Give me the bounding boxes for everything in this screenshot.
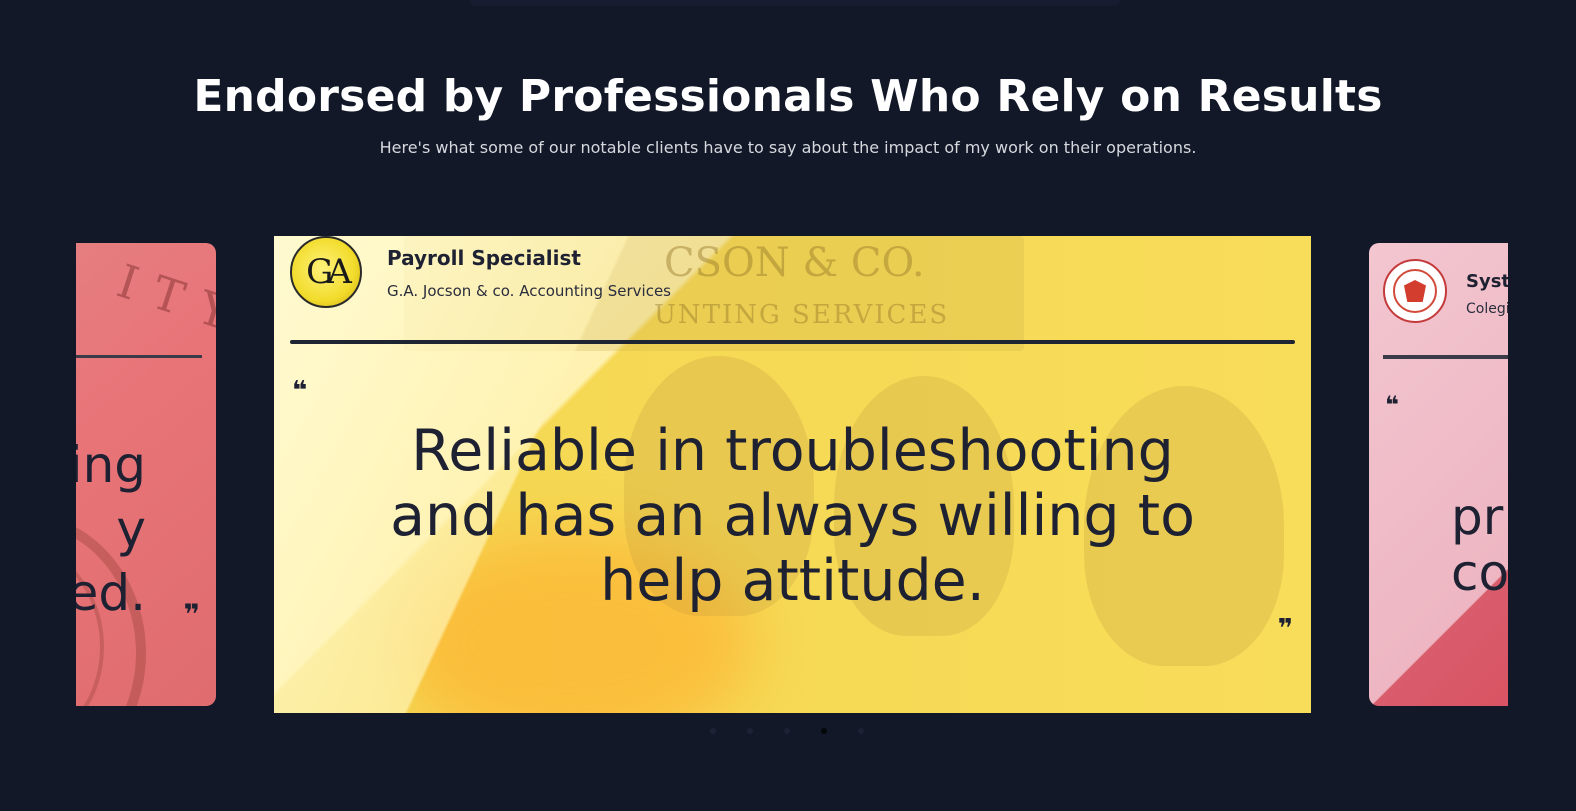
- company-logo: GA: [290, 236, 362, 308]
- quote-line: co: [1451, 544, 1508, 602]
- quote-line: y: [116, 500, 146, 558]
- testimonial-company: Colegio: [1466, 301, 1508, 317]
- card-divider: [76, 355, 202, 358]
- testimonial-quote: pr co: [1451, 489, 1508, 601]
- testimonial-card-previous[interactable]: ITY ing y ed. ❞: [76, 243, 216, 706]
- pagination-dot[interactable]: [710, 728, 716, 734]
- testimonial-title: Payroll Specialist: [387, 246, 581, 270]
- pagination-dot[interactable]: [858, 728, 864, 734]
- pagination-dot[interactable]: [747, 728, 753, 734]
- testimonial-card-next[interactable]: Syste Colegio ❝ pr co: [1369, 243, 1508, 706]
- testimonial-carousel[interactable]: ITY ing y ed. ❞ CSON & CO. UNTING SERVIC…: [76, 230, 1508, 730]
- section-header: Endorsed by Professionals Who Rely on Re…: [0, 70, 1576, 157]
- seal-crest-icon: [1404, 280, 1426, 302]
- seal-ring: [1393, 269, 1437, 313]
- testimonial-company: G.A. Jocson & co. Accounting Services: [387, 282, 671, 300]
- quote-line: ed.: [76, 564, 146, 622]
- open-quote-icon: ❝: [292, 376, 308, 406]
- institution-seal: [1383, 259, 1447, 323]
- open-quote-icon: ❝: [1385, 391, 1400, 419]
- testimonial-card-active[interactable]: CSON & CO. UNTING SERVICES GA Payroll Sp…: [274, 236, 1311, 713]
- testimonial-quote: Reliable in troubleshooting and has an a…: [390, 418, 1195, 614]
- card-divider: [1383, 355, 1508, 359]
- quote-line: ing: [76, 436, 146, 494]
- logo-monogram: GA: [306, 252, 352, 292]
- section-heading: Endorsed by Professionals Who Rely on Re…: [193, 71, 1383, 122]
- pagination-dot[interactable]: [784, 728, 790, 734]
- background-engraving: ITY: [110, 253, 216, 347]
- section-subheading: Here's what some of our notable clients …: [379, 138, 1197, 157]
- testimonial-title: Syste: [1466, 271, 1508, 292]
- close-quote-icon: ❞: [183, 598, 200, 631]
- top-bar: [470, 0, 1120, 6]
- testimonial-quote: ing y ed.: [76, 433, 146, 625]
- pagination-dot-active[interactable]: [821, 728, 827, 734]
- carousel-pagination: [710, 728, 864, 734]
- quote-line: pr: [1451, 488, 1504, 546]
- close-quote-icon: ❞: [1277, 614, 1293, 644]
- card-divider: [290, 340, 1295, 344]
